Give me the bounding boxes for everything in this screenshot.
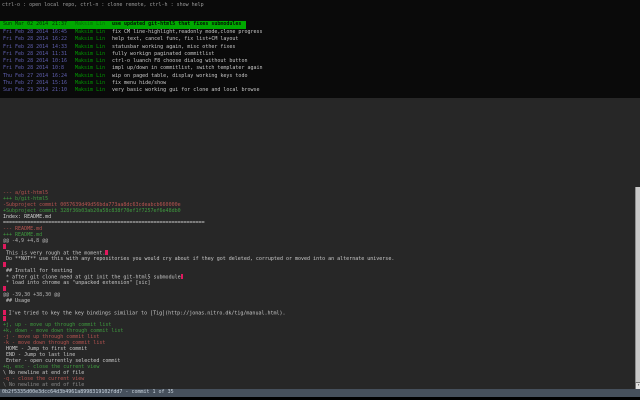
commit-message: use updated git-html5 that fixes submodu… [112, 21, 242, 27]
commit-author: Maksim Lin [75, 65, 106, 72]
commit-message: statusbar working again, misc other fixe… [112, 43, 236, 50]
commit-date: Fri Feb 28 2014 [3, 65, 49, 72]
whitespace-error-block [3, 286, 6, 291]
whitespace-error-block [3, 262, 6, 267]
diff-line-text: * load into chrome as "unpacked extensio… [3, 280, 151, 286]
diff-line: \ No newline at end of file [0, 382, 634, 388]
commit-row[interactable]: Fri Feb 28 2014 14:33 Maksim Lin statusbar … [0, 44, 640, 51]
commit-time: 21:37 [52, 21, 68, 27]
commit-author: Maksim Lin [75, 29, 106, 35]
commit-author: Maksim Lin [75, 80, 106, 87]
commit-date: Thu Feb 27 2014 [3, 72, 49, 79]
commit-message: fix CM line-highlight,readonly mode,clon… [112, 29, 263, 35]
commit-author: Maksim Lin [75, 87, 106, 94]
commit-row[interactable]: Thu Feb 27 2014 16:24 Maksim Lin wip on pag… [0, 73, 640, 80]
commit-date: Thu Feb 27 2014 [3, 80, 49, 87]
commit-message: impl up/down in commitlist, switch templ… [112, 65, 263, 72]
commit-author: Maksim Lin [75, 36, 106, 43]
git-gui-window: ctrl-o : open local repo, ctrl-n : clone… [0, 0, 640, 400]
diff-line-text: ## Usage [3, 298, 31, 304]
commit-date: Fri Feb 28 2014 [3, 58, 49, 65]
diff-view: --- a/git-html5 +++ b/git-html5 -Subprojec… [0, 190, 634, 388]
commit-author: Maksim Lin [75, 43, 106, 50]
commit-message: fix menu hide/show [112, 80, 167, 87]
diff-line-text: \ No newline at end of file [3, 382, 85, 388]
commit-time: 14:33 [52, 43, 68, 50]
commit-author: Maksim Lin [75, 21, 106, 27]
commit-message: ctrl-o luanch F8 choose dialog without b… [112, 58, 248, 65]
commit-time: 16:24 [52, 72, 68, 79]
commit-time: 21:10 [52, 87, 68, 94]
commit-date: Fri Feb 28 2014 [3, 29, 49, 35]
diff-line-text: I've tried to key the key bindings simil… [5, 310, 286, 317]
diff-line-text: @@ -4,9 +4,8 @@ [3, 238, 49, 244]
commit-time: 10:16 [52, 58, 68, 65]
commit-row[interactable]: Sun Feb 23 2014 21:10 Maksim Lin very basic… [0, 87, 640, 94]
commit-date: Fri Feb 28 2014 [3, 36, 49, 43]
commit-message: wip on paged table, display working keys… [112, 72, 248, 79]
commit-time: 11:31 [52, 50, 68, 57]
commit-date: Fri Feb 28 2014 [3, 50, 49, 57]
commit-row[interactable]: Fri Feb 28 2014 11:31 Maksim Lin fully work… [0, 51, 640, 58]
commit-author: Maksim Lin [75, 58, 106, 65]
commit-time: 15:16 [52, 80, 68, 87]
commit-date: Sun Mar 02 2014 [3, 21, 49, 27]
commit-row[interactable]: Fri Feb 28 2014 10:8 Maksim Lin impl up/dow… [0, 65, 640, 72]
keyboard-shortcuts-menu: ctrl-o : open local repo, ctrl-n : clone… [2, 2, 204, 8]
commit-message: very basic working gui for clone and loc… [112, 87, 260, 94]
commit-row[interactable]: Fri Feb 28 2014 16:45 Maksim Lin fix CM lin… [0, 29, 640, 36]
diff-line-text: Do **NOT** use this with any repositorie… [3, 256, 395, 262]
commit-message: help text, cancel func, fix list+CM layo… [112, 36, 239, 43]
commit-time: 10:8 [52, 65, 65, 72]
commit-list: Sun Mar 02 2014 21:37 Maksim Lin use update… [0, 10, 640, 95]
bottom-strip [0, 396, 640, 400]
commit-date: Fri Feb 28 2014 [3, 43, 49, 50]
commit-time: 16:45 [52, 29, 68, 35]
commit-row[interactable]: Thu Feb 27 2014 15:16 Maksim Lin fix menu h… [0, 80, 640, 87]
commit-row[interactable]: Fri Feb 28 2014 10:16 Maksim Lin ctrl-o lua… [0, 58, 640, 65]
commit-author: Maksim Lin [75, 50, 106, 57]
whitespace-error-block [105, 250, 108, 255]
diff-scrollbar[interactable]: ▾ [635, 187, 640, 390]
status-bar: 0b2f5335d00e3dcc64d3b4961a8998319102fdd7… [0, 389, 640, 397]
commit-author: Maksim Lin [75, 72, 106, 79]
commit-row[interactable]: Fri Feb 28 2014 16:22 Maksim Lin help text,… [0, 36, 640, 43]
commit-row[interactable]: Sun Mar 02 2014 21:37 Maksim Lin use update… [0, 20, 247, 29]
commit-time: 16:22 [52, 36, 68, 43]
whitespace-error-block [3, 316, 6, 321]
whitespace-error-block [180, 274, 184, 279]
commit-message: fully workign paginated commitlist [112, 50, 215, 57]
commit-list-panel: ctrl-o : open local repo, ctrl-n : clone… [0, 0, 640, 98]
whitespace-error-block [3, 244, 6, 249]
commit-date: Sun Feb 23 2014 [3, 87, 49, 94]
